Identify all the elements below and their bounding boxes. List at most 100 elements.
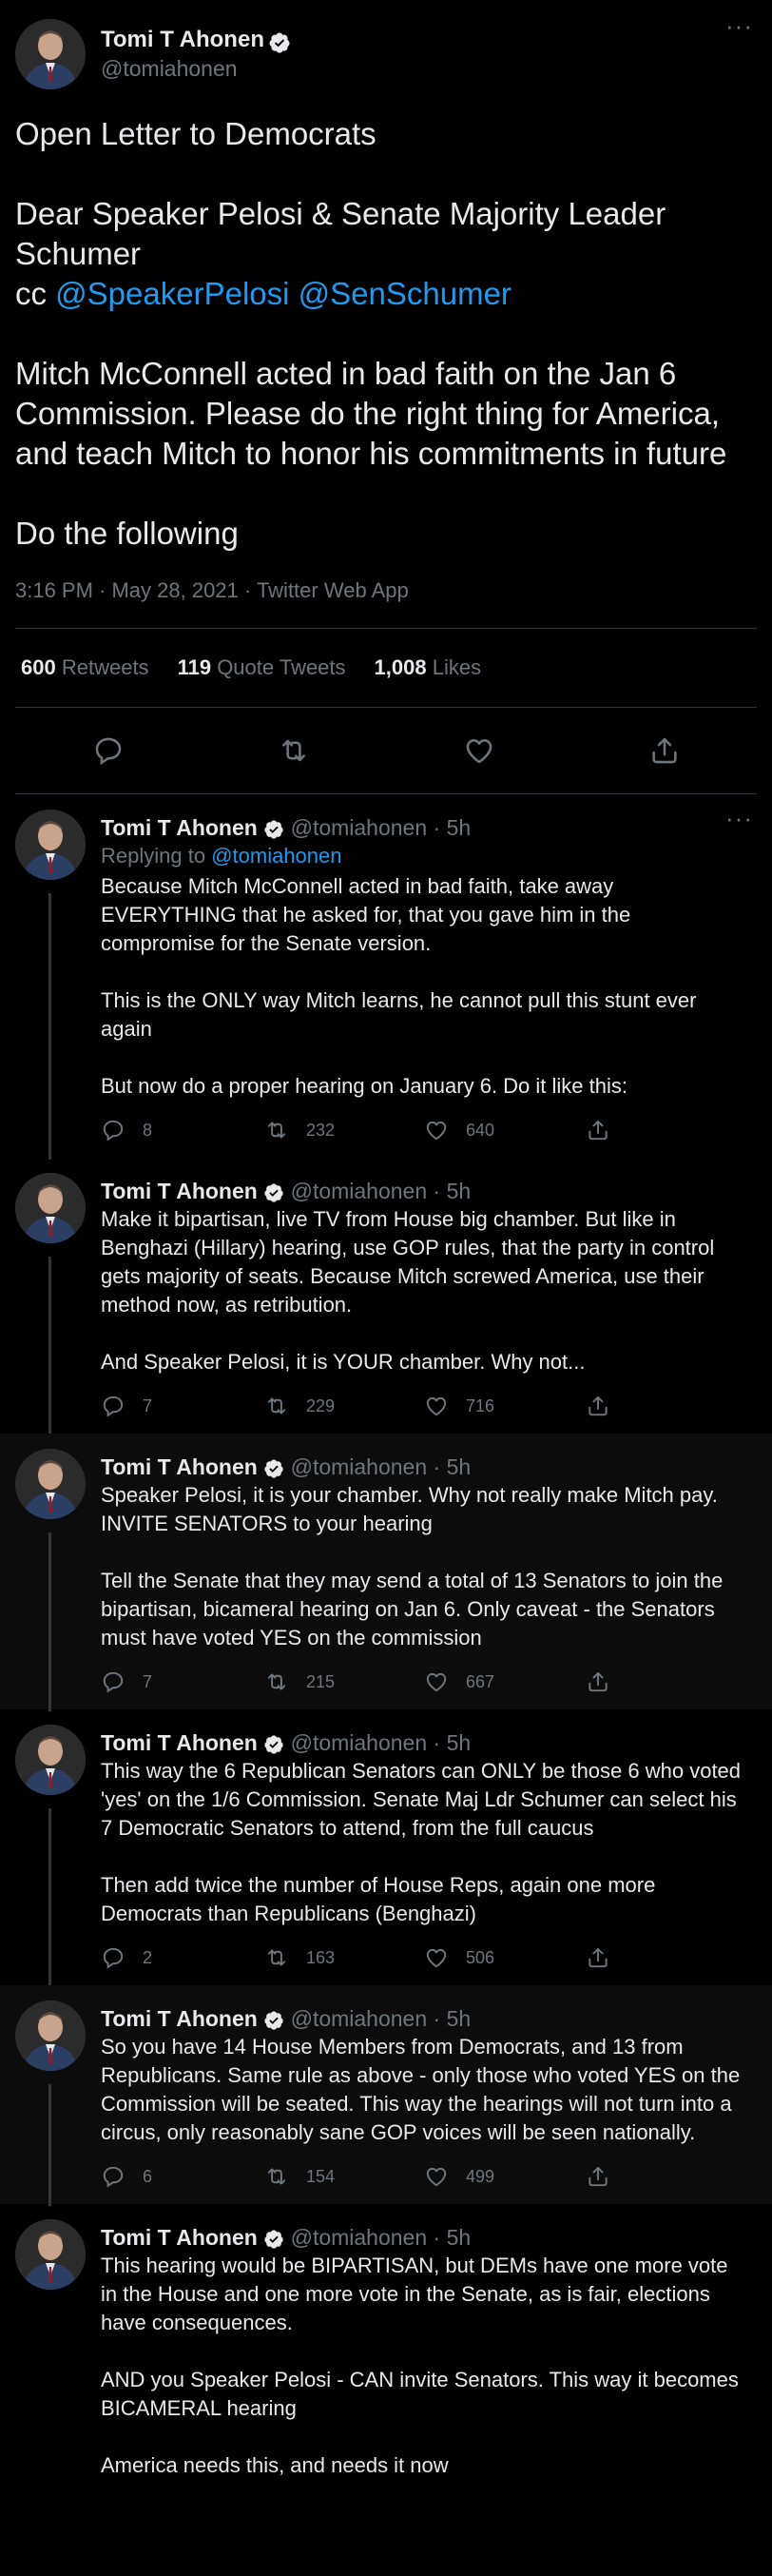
reply-tweet[interactable]: Tomi T Ahonen @tomiahonen · 5h This way … — [0, 1709, 772, 1987]
share-icon[interactable] — [648, 734, 681, 767]
reply-tweet[interactable]: Tomi T Ahonen @tomiahonen · 5h So you ha… — [0, 1985, 772, 2206]
reply-icon — [101, 2164, 125, 2189]
avatar[interactable] — [15, 1725, 86, 1795]
share-button[interactable] — [586, 2164, 610, 2189]
like-icon[interactable] — [463, 734, 495, 767]
like-button[interactable]: 667 — [424, 1669, 586, 1694]
reply-button[interactable]: 7 — [101, 1669, 264, 1694]
verified-badge-icon — [263, 1182, 284, 1203]
retweet-button[interactable]: 154 — [264, 2164, 424, 2189]
cc-label: cc — [15, 276, 56, 311]
share-icon — [586, 2164, 610, 2189]
like-button[interactable]: 506 — [424, 1945, 586, 1970]
retweet-button[interactable]: 229 — [264, 1394, 424, 1418]
main-tweet[interactable]: ··· Tomi T Ahonen @tomiahonen Open Lette… — [0, 0, 772, 794]
share-button[interactable] — [586, 1945, 610, 1970]
retweet-icon — [264, 1945, 289, 1970]
author-meta[interactable]: @tomiahonen · 5h — [291, 2006, 472, 2031]
retweet-icon — [264, 1118, 289, 1142]
share-button[interactable] — [586, 1394, 610, 1418]
retweets-stat[interactable]: 600 Retweets — [21, 655, 149, 680]
reply-icon[interactable] — [92, 734, 125, 767]
retweet-button[interactable]: 215 — [264, 1669, 424, 1694]
share-icon — [586, 1394, 610, 1418]
like-icon — [424, 1945, 449, 1970]
retweet-icon[interactable] — [278, 734, 310, 767]
reply-button[interactable]: 6 — [101, 2164, 264, 2189]
reply-text: Speaker Pelosi, it is your chamber. Why … — [101, 1483, 724, 1649]
reply-tweet[interactable]: Tomi T Ahonen @tomiahonen · 5h This hear… — [0, 2204, 772, 2493]
avatar[interactable] — [15, 19, 86, 89]
author-name[interactable]: Tomi T Ahonen — [101, 1730, 258, 1755]
reply-icon — [101, 1945, 125, 1970]
reply-tweet[interactable]: Tomi T Ahonen @tomiahonen · 5h Speaker P… — [0, 1434, 772, 1711]
share-button[interactable] — [586, 1118, 610, 1142]
reply-text: So you have 14 House Members from Democr… — [101, 2035, 741, 2144]
author-name[interactable]: Tomi T Ahonen — [101, 2006, 258, 2031]
like-icon — [424, 1669, 449, 1694]
reply-icon — [101, 1669, 125, 1694]
replying-to: Replying to @tomiahonen — [101, 844, 342, 868]
author-handle[interactable]: @tomiahonen — [101, 54, 291, 83]
avatar[interactable] — [15, 1173, 86, 1243]
thread-connector — [48, 1532, 51, 1711]
avatar[interactable] — [15, 2219, 86, 2290]
verified-badge-icon — [263, 2229, 284, 2250]
more-options-icon[interactable]: ··· — [725, 804, 753, 833]
like-icon — [424, 1118, 449, 1142]
verified-badge-icon — [268, 31, 291, 54]
verified-badge-icon — [263, 2010, 284, 2031]
mention-speakerpelosi[interactable]: @SpeakerPelosi — [55, 276, 289, 311]
thread-connector — [48, 1808, 51, 1987]
reply-button[interactable]: 8 — [101, 1118, 264, 1142]
reply-actions: 2 163 506 — [101, 1943, 747, 1972]
author-meta[interactable]: @tomiahonen · 5h — [291, 2225, 472, 2250]
author-name[interactable]: Tomi T Ahonen — [101, 1179, 258, 1203]
like-button[interactable]: 499 — [424, 2164, 586, 2189]
tweet-timestamp[interactable]: 3:16 PM · May 28, 2021 · Twitter Web App — [15, 578, 757, 603]
like-button[interactable]: 640 — [424, 1118, 586, 1142]
author-name[interactable]: Tomi T Ahonen — [101, 1454, 258, 1479]
avatar[interactable] — [15, 2000, 86, 2071]
replying-to-handle[interactable]: @tomiahonen — [211, 844, 341, 868]
author-name[interactable]: Tomi T Ahonen — [101, 815, 258, 840]
main-tweet-header: Tomi T Ahonen @tomiahonen — [15, 17, 757, 91]
reply-text: This way the 6 Republican Senators can O… — [101, 1759, 742, 1925]
tweet-text-intro: Open Letter to Democrats Dear Speaker Pe… — [15, 116, 666, 271]
author-name[interactable]: Tomi T Ahonen — [101, 2225, 258, 2250]
quote-tweets-stat[interactable]: 119 Quote Tweets — [178, 655, 346, 680]
share-button[interactable] — [586, 1669, 610, 1694]
reply-button[interactable]: 2 — [101, 1945, 264, 1970]
like-icon — [424, 2164, 449, 2189]
retweet-button[interactable]: 163 — [264, 1945, 424, 1970]
reply-text: This hearing would be BIPARTISAN, but DE… — [101, 2254, 739, 2477]
mention-senschumer[interactable]: @SenSchumer — [299, 276, 511, 311]
reply-tweet[interactable]: Tomi T Ahonen @tomiahonen · 5h Make it b… — [0, 1158, 772, 1435]
reply-button[interactable]: 7 — [101, 1394, 264, 1418]
avatar[interactable] — [15, 1449, 86, 1519]
likes-stat[interactable]: 1,008 Likes — [375, 655, 482, 680]
verified-badge-icon — [263, 819, 284, 840]
like-button[interactable]: 716 — [424, 1394, 586, 1418]
author-meta[interactable]: @tomiahonen · 5h — [291, 1179, 472, 1203]
main-tweet-text: Open Letter to Democrats Dear Speaker Pe… — [15, 114, 757, 554]
reply-icon — [101, 1118, 125, 1142]
author-meta[interactable]: @tomiahonen · 5h — [291, 1730, 472, 1755]
author-meta[interactable]: @tomiahonen · 5h — [291, 1454, 472, 1479]
tweet-thread: ··· Tomi T Ahonen @tomiahonen Open Lette… — [0, 0, 772, 2493]
thread-connector — [48, 2084, 51, 2206]
retweet-icon — [264, 2164, 289, 2189]
tweet-text-body: Mitch McConnell acted in bad faith on th… — [15, 356, 727, 551]
avatar[interactable] — [15, 810, 86, 880]
verified-badge-icon — [263, 1458, 284, 1479]
thread-connector — [48, 893, 51, 1160]
reply-actions: 7 215 667 — [101, 1668, 747, 1696]
more-options-icon[interactable]: ··· — [725, 11, 753, 41]
retweet-button[interactable]: 232 — [264, 1118, 424, 1142]
reply-tweet[interactable]: ··· Tomi T Ahonen @tomiahonen · 5h Reply… — [0, 794, 772, 1160]
author-meta[interactable]: @tomiahonen · 5h — [291, 815, 472, 840]
author-ids: Tomi T Ahonen @tomiahonen — [101, 26, 291, 83]
verified-badge-icon — [263, 1734, 284, 1755]
retweet-icon — [264, 1394, 289, 1418]
author-name[interactable]: Tomi T Ahonen — [101, 27, 264, 52]
